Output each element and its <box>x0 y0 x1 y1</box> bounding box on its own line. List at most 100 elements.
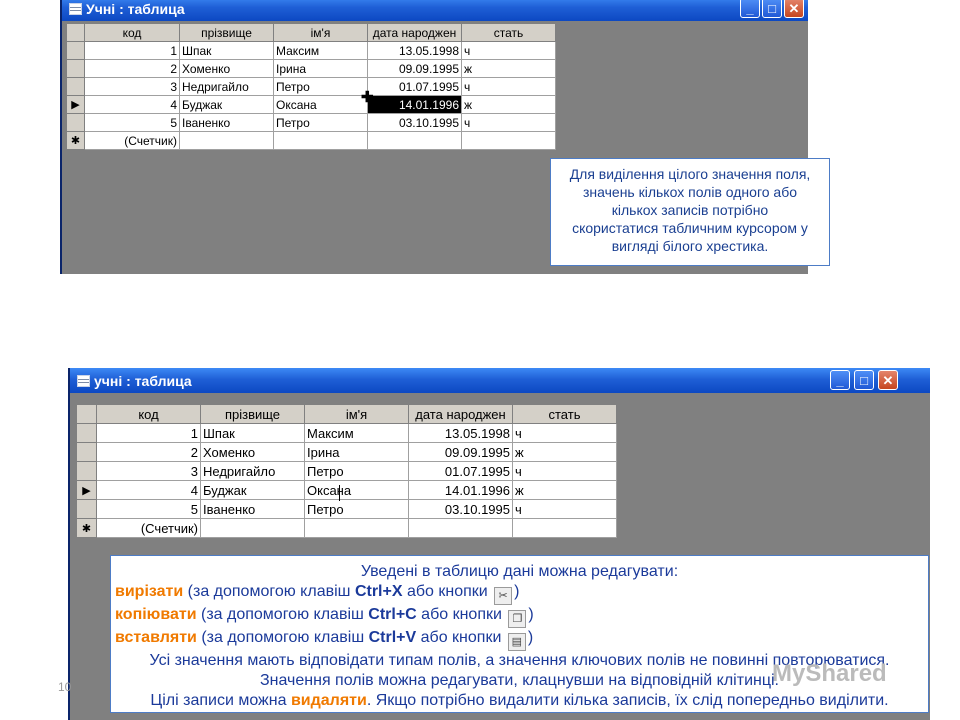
cell-sex[interactable]: ч <box>512 423 617 443</box>
maximize-button[interactable]: □ <box>854 370 874 390</box>
cell-code[interactable]: 4 <box>84 95 180 114</box>
record-selector[interactable] <box>76 442 97 462</box>
note-heading: Уведені в таблицю дані можна редагувати: <box>360 563 679 580</box>
cell-code[interactable]: 5 <box>96 499 201 519</box>
column-header[interactable]: стать <box>461 23 556 42</box>
cell-code-autonumber[interactable]: (Счетчик) <box>84 131 180 150</box>
cell-sex[interactable]: ч <box>461 41 556 60</box>
cell-surname[interactable]: Буджак <box>179 95 274 114</box>
cell-code[interactable]: 5 <box>84 113 180 132</box>
cell-surname[interactable]: Шпак <box>179 41 274 60</box>
record-selector[interactable] <box>76 499 97 519</box>
cell-code[interactable]: 1 <box>96 423 201 443</box>
cell-surname[interactable]: Буджак <box>200 480 305 500</box>
cell-surname[interactable]: Хоменко <box>179 59 274 78</box>
record-selector[interactable] <box>76 461 97 481</box>
column-header[interactable]: дата народжен <box>408 404 513 424</box>
cell-name[interactable]: Максим <box>304 423 409 443</box>
datasheet-table: код прізвище ім'я дата народжен стать 1 … <box>66 23 556 150</box>
cell-sex[interactable]: ч <box>461 77 556 96</box>
column-header[interactable]: ім'я <box>273 23 368 42</box>
cell-surname[interactable]: Іваненко <box>200 499 305 519</box>
note-line: Для виділення цілого значення поля, <box>569 166 811 182</box>
record-selector[interactable] <box>76 423 97 443</box>
cell-name[interactable] <box>273 131 368 150</box>
minimize-button[interactable]: _ <box>740 0 760 18</box>
record-selector[interactable] <box>66 41 85 60</box>
cell-surname[interactable]: Хоменко <box>200 442 305 462</box>
cell-code-autonumber[interactable]: (Счетчик) <box>96 518 201 538</box>
cell-code[interactable]: 3 <box>96 461 201 481</box>
column-header[interactable]: код <box>96 404 201 424</box>
cell-birthdate[interactable]: 09.09.1995 <box>367 59 462 78</box>
cell-birthdate[interactable]: 13.05.1998 <box>367 41 462 60</box>
cell-sex[interactable]: ж <box>512 480 617 500</box>
maximize-button[interactable]: □ <box>762 0 782 18</box>
cell-sex[interactable]: ж <box>461 95 556 114</box>
cell-name[interactable]: Максим <box>273 41 368 60</box>
close-button[interactable]: ✕ <box>878 370 898 390</box>
cell-name[interactable]: Оксана <box>273 95 368 114</box>
cell-surname[interactable] <box>179 131 274 150</box>
cell-surname[interactable] <box>200 518 305 538</box>
note-paste-line: вставляти (за допомогою клавіш Ctrl+V аб… <box>115 628 924 651</box>
table-row: 3 Недригайло Петро 01.07.1995 ч <box>76 461 617 481</box>
cell-code[interactable]: 2 <box>96 442 201 462</box>
cell-name[interactable]: Ірина <box>304 442 409 462</box>
column-header[interactable]: прізвище <box>179 23 274 42</box>
record-selector[interactable] <box>66 113 85 132</box>
new-record-icon[interactable]: ✱ <box>76 518 97 538</box>
cell-name[interactable] <box>304 518 409 538</box>
window-title: учні : таблица <box>94 373 192 389</box>
window-titlebar[interactable]: учні : таблица _ □ ✕ <box>70 368 930 393</box>
cell-name[interactable]: Петро <box>304 499 409 519</box>
cell-birthdate[interactable]: 01.07.1995 <box>367 77 462 96</box>
new-record-icon[interactable]: ✱ <box>66 131 85 150</box>
record-selector[interactable] <box>66 77 85 96</box>
cell-name[interactable]: Петро <box>304 461 409 481</box>
cell-sex[interactable] <box>461 131 556 150</box>
shortcut: Ctrl+V <box>368 629 417 646</box>
cell-sex[interactable]: ч <box>461 113 556 132</box>
cell-birthdate[interactable]: 01.07.1995 <box>408 461 513 481</box>
cell-birthdate[interactable]: 14.01.1996 <box>408 480 513 500</box>
column-header[interactable]: код <box>84 23 180 42</box>
column-header[interactable]: дата народжен <box>367 23 462 42</box>
cell-name[interactable]: Петро <box>273 113 368 132</box>
cell-code[interactable]: 3 <box>84 77 180 96</box>
cell-surname[interactable]: Шпак <box>200 423 305 443</box>
cell-birthdate[interactable]: 03.10.1995 <box>408 499 513 519</box>
cell-code[interactable]: 1 <box>84 41 180 60</box>
note-text: (за допомогою клавіш <box>196 606 369 623</box>
column-header[interactable]: стать <box>512 404 617 424</box>
cell-name[interactable]: Петро <box>273 77 368 96</box>
record-selector[interactable] <box>66 59 85 78</box>
cell-sex[interactable]: ч <box>512 499 617 519</box>
cell-birthdate[interactable] <box>367 131 462 150</box>
cell-surname[interactable]: Недригайло <box>179 77 274 96</box>
cell-code[interactable]: 2 <box>84 59 180 78</box>
cell-sex[interactable]: ж <box>461 59 556 78</box>
cell-sex[interactable]: ч <box>512 461 617 481</box>
corner-selector[interactable] <box>76 404 97 424</box>
cell-name-editing[interactable]: Оксана <box>304 480 409 500</box>
cell-sex[interactable] <box>512 518 617 538</box>
cell-code[interactable]: 4 <box>96 480 201 500</box>
current-record-icon[interactable]: ▶ <box>76 480 97 500</box>
cell-birthdate[interactable] <box>408 518 513 538</box>
cell-birthdate[interactable]: 09.09.1995 <box>408 442 513 462</box>
window-titlebar[interactable]: Учні : таблица _ □ ✕ <box>62 0 808 21</box>
cell-birthdate[interactable]: 13.05.1998 <box>408 423 513 443</box>
current-record-icon[interactable]: ▶ <box>66 95 85 114</box>
minimize-button[interactable]: _ <box>830 370 850 390</box>
column-header[interactable]: ім'я <box>304 404 409 424</box>
column-header[interactable]: прізвище <box>200 404 305 424</box>
cell-birthdate[interactable]: 03.10.1995 <box>367 113 462 132</box>
cell-surname[interactable]: Іваненко <box>179 113 274 132</box>
cell-birthdate-selected[interactable]: 14.01.1996 <box>367 95 462 114</box>
corner-selector[interactable] <box>66 23 85 42</box>
close-button[interactable]: ✕ <box>784 0 804 18</box>
cell-surname[interactable]: Недригайло <box>200 461 305 481</box>
cell-sex[interactable]: ж <box>512 442 617 462</box>
cell-name[interactable]: Ірина <box>273 59 368 78</box>
